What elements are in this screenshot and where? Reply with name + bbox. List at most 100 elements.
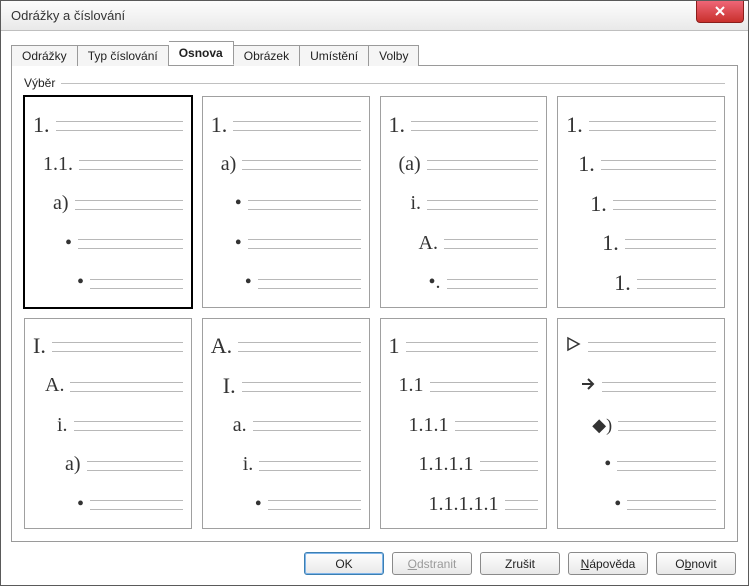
level-rule-line [87, 461, 183, 471]
outline-option-1-level-2: • [211, 184, 361, 224]
outline-option-0[interactable]: 1.1.1.a)•• [24, 96, 192, 308]
group-label: Výběr [24, 76, 61, 90]
level-marker: 1. [602, 230, 619, 256]
level-rule-line [406, 342, 539, 352]
tab-volby[interactable]: Volby [369, 45, 419, 66]
level-marker: 1 [389, 333, 400, 359]
tab-osnova[interactable]: Osnova [169, 41, 234, 65]
level-marker: 1.1. [43, 153, 73, 176]
level-marker: 1. [578, 151, 595, 177]
level-marker: 1. [566, 112, 583, 138]
outline-option-5[interactable]: A.I.a.i.• [202, 318, 370, 530]
level-marker: i. [243, 453, 254, 476]
tab-panel-osnova: Výběr 1.1.1.a)••1.a)•••1.(a)i.A.•.1.1.1.… [11, 65, 738, 542]
close-icon [714, 4, 726, 20]
tab-odrážky[interactable]: Odrážky [11, 45, 78, 66]
level-rule-line [427, 200, 538, 210]
level-rule-line [617, 461, 716, 471]
level-marker: • [235, 192, 242, 215]
outline-option-2-level-4: •. [389, 263, 539, 303]
level-rule-line [70, 382, 182, 392]
outline-option-3-level-2: 1. [566, 184, 716, 224]
outline-option-4-level-1: A. [33, 366, 183, 406]
level-rule-line [601, 160, 716, 170]
level-rule-line [248, 239, 361, 249]
outline-options-grid: 1.1.1.a)••1.a)•••1.(a)i.A.•.1.1.1.1.1.I.… [24, 96, 725, 529]
level-rule-line [52, 342, 183, 352]
outline-option-7-level-0 [566, 327, 716, 367]
level-marker: 1. [614, 270, 631, 296]
outline-option-6-level-1: 1.1 [389, 366, 539, 406]
level-rule-line [242, 160, 360, 170]
tab-umístění[interactable]: Umístění [300, 45, 369, 66]
level-rule-line [444, 239, 538, 249]
level-rule-line [480, 461, 539, 471]
outline-option-0-level-4: • [33, 263, 183, 303]
outline-option-3-level-3: 1. [566, 224, 716, 264]
level-rule-line [589, 121, 716, 131]
level-marker [566, 336, 582, 356]
level-marker: 1. [211, 112, 228, 138]
level-rule-line [248, 200, 361, 210]
outline-option-6-level-4: 1.1.1.1.1 [389, 485, 539, 525]
outline-option-1-level-3: • [211, 224, 361, 264]
level-rule-line [56, 121, 183, 131]
outline-option-5-level-0: A. [211, 327, 361, 367]
level-rule-line [242, 382, 361, 392]
outline-option-2[interactable]: 1.(a)i.A.•. [380, 96, 548, 308]
outline-option-7-level-3: • [566, 445, 716, 485]
level-marker: • [245, 271, 252, 294]
level-rule-line [618, 421, 716, 431]
level-marker: • [604, 453, 611, 476]
outline-option-3-level-0: 1. [566, 105, 716, 145]
outline-option-1-level-4: • [211, 263, 361, 303]
level-rule-line [90, 500, 183, 510]
level-marker: • [614, 493, 621, 516]
level-rule-line [455, 421, 539, 431]
outline-option-2-level-2: i. [389, 184, 539, 224]
outline-option-4-level-4: • [33, 485, 183, 525]
level-rule-line [78, 239, 183, 249]
level-marker: A. [419, 232, 438, 255]
outline-option-7[interactable]: ◆) •• [557, 318, 725, 530]
level-rule-line [253, 421, 361, 431]
level-marker: i. [57, 414, 68, 437]
close-button[interactable] [696, 1, 744, 23]
outline-option-3-level-1: 1. [566, 145, 716, 185]
level-rule-line [74, 421, 183, 431]
tab-obrázek[interactable]: Obrázek [234, 45, 300, 66]
tab-typ-číslování[interactable]: Typ číslování [78, 45, 169, 66]
level-marker: • [255, 493, 262, 516]
outline-option-5-level-1: I. [211, 366, 361, 406]
level-rule-line [258, 279, 361, 289]
outline-option-3[interactable]: 1. 1. 1. 1. 1. [557, 96, 725, 308]
level-marker: A. [211, 333, 232, 359]
level-marker: a) [65, 453, 81, 476]
outline-option-6-level-2: 1.1.1 [389, 406, 539, 446]
outline-option-1[interactable]: 1.a)••• [202, 96, 370, 308]
outline-option-0-level-2: a) [33, 184, 183, 224]
outline-option-0-level-0: 1. [33, 105, 183, 145]
level-marker: • [77, 271, 84, 294]
outline-option-7-level-1 [566, 366, 716, 406]
level-rule-line [447, 279, 539, 289]
outline-option-4-level-3: a) [33, 445, 183, 485]
reset-button[interactable]: Obnovit [656, 552, 736, 575]
level-marker: (a) [399, 153, 421, 176]
outline-option-0-level-1: 1.1. [33, 145, 183, 185]
remove-button: Odstranit [392, 552, 472, 575]
level-rule-line [411, 121, 538, 131]
outline-option-4[interactable]: I.A.i.a)• [24, 318, 192, 530]
outline-option-5-level-4: • [211, 485, 361, 525]
cancel-button[interactable]: Zrušit [480, 552, 560, 575]
outline-option-5-level-3: i. [211, 445, 361, 485]
outline-option-6[interactable]: 11.11.1.11.1.1.11.1.1.1.1 [380, 318, 548, 530]
level-marker: 1. [33, 112, 50, 138]
level-rule-line [625, 239, 716, 249]
ok-button[interactable]: OK [304, 552, 384, 575]
level-marker: ◆) [592, 415, 612, 436]
level-marker: A. [45, 374, 64, 397]
help-button[interactable]: Nápověda [568, 552, 648, 575]
group-header: Výběr [24, 76, 725, 90]
level-marker: 1. [590, 191, 607, 217]
